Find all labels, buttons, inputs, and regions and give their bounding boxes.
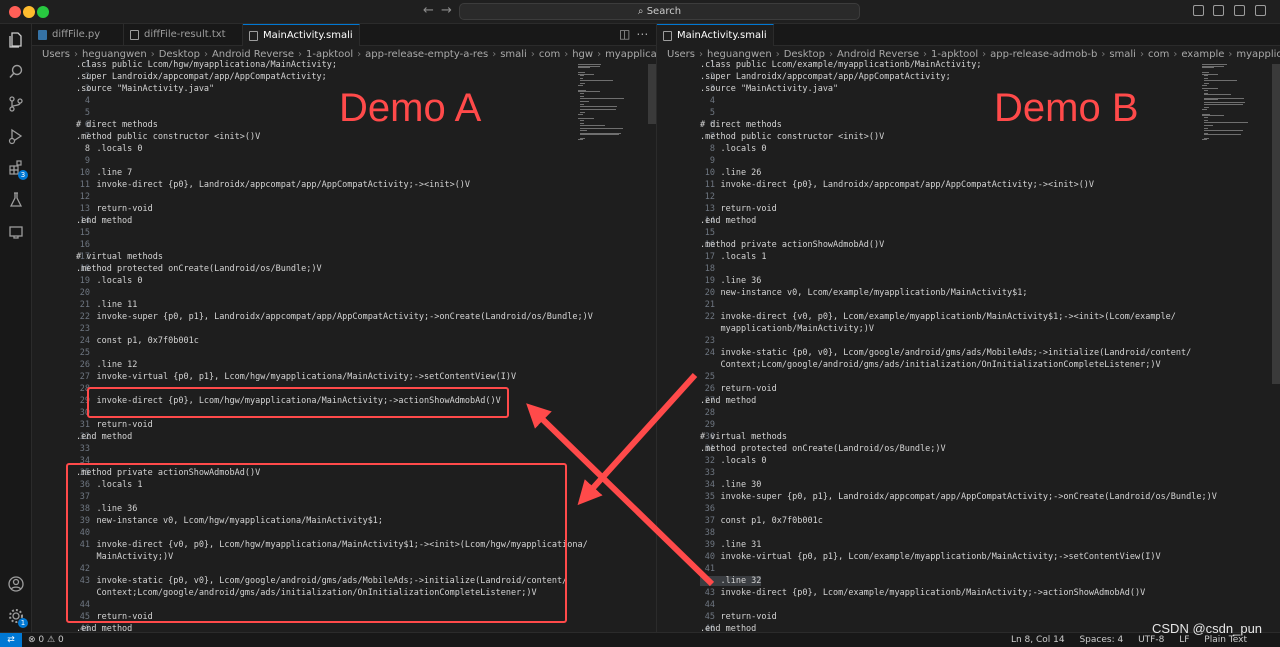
cursor-position[interactable]: Ln 8, Col 14: [1011, 635, 1065, 645]
annotation-arrows: [526, 372, 715, 587]
indentation[interactable]: Spaces: 4: [1079, 635, 1123, 645]
problems-indicator[interactable]: ⊗ 0 ⚠ 0: [28, 633, 64, 647]
remote-indicator-icon[interactable]: ⇄: [0, 633, 22, 647]
encoding[interactable]: UTF-8: [1138, 635, 1164, 645]
language-mode[interactable]: Plain Text: [1204, 635, 1247, 645]
arrow-to-call: [526, 403, 715, 587]
warning-icon: ⚠: [47, 635, 56, 645]
error-icon: ⊗: [28, 635, 36, 645]
end-of-line[interactable]: LF: [1179, 635, 1189, 645]
status-bar: ⇄ ⊗ 0 ⚠ 0 Ln 8, Col 14 Spaces: 4 UTF-8 L…: [0, 632, 1280, 647]
watermark: CSDN @csdn_pun: [1152, 621, 1263, 636]
